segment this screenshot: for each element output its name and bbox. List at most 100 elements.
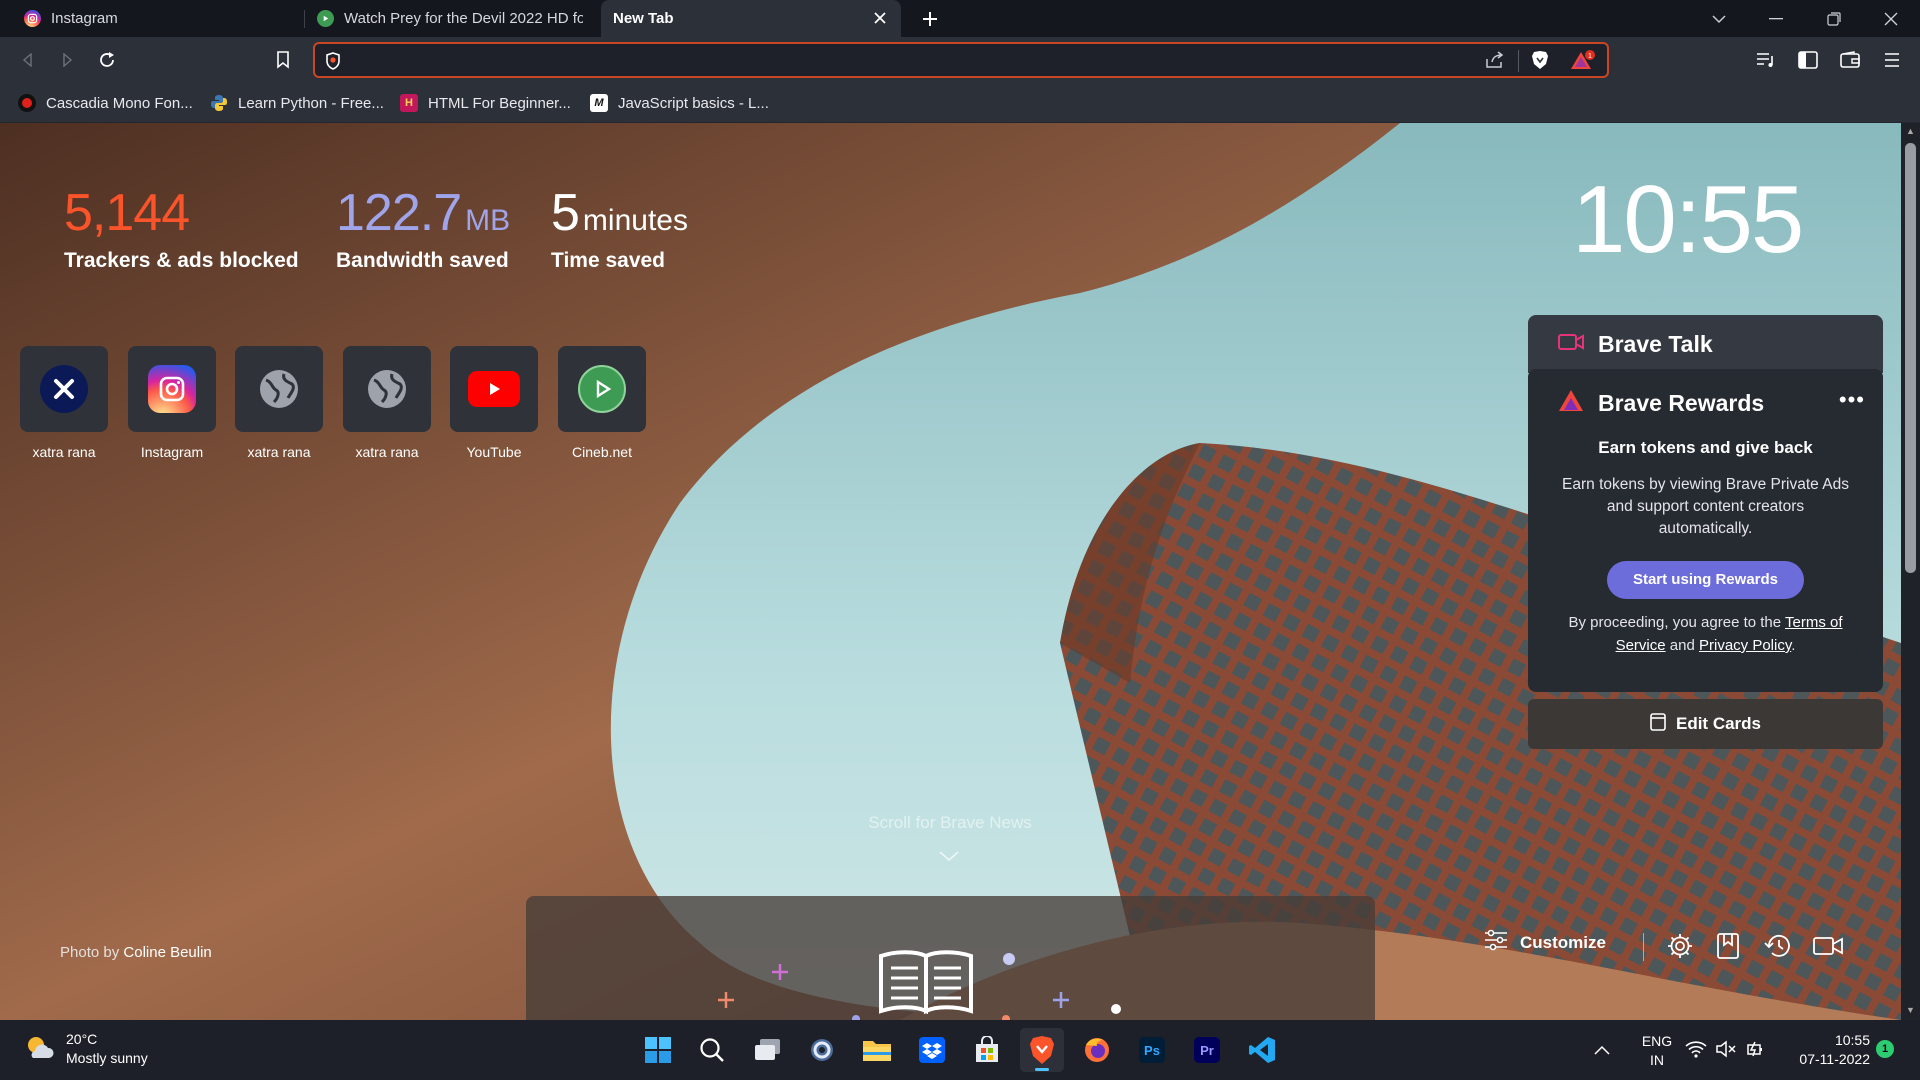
scroll-for-news[interactable]: Scroll for Brave News [800,813,1100,833]
stat-trackers: 5,144 Trackers & ads blocked [64,183,299,273]
brave-shield-icon [325,52,341,75]
privacy-policy-link[interactable]: Privacy Policy [1699,637,1791,654]
top-site-tile[interactable]: xatra rana [235,346,323,460]
tab-strip: Instagram Watch Prey for the Devil 2022 … [0,0,1920,37]
settings-app[interactable] [800,1028,844,1072]
premiere-icon: Pr [1194,1037,1220,1063]
task-view-button[interactable] [746,1028,790,1072]
bookmark-javascript[interactable]: M JavaScript basics - L... [590,91,769,115]
new-tab-button[interactable] [902,0,958,37]
firefox-app[interactable] [1075,1028,1119,1072]
play-icon [317,10,334,27]
bookmark-cascadia[interactable]: Cascadia Mono Fon... [18,91,193,115]
vscode-icon [1249,1037,1275,1063]
tab-prey[interactable]: Watch Prey for the Devil 2022 HD for f [305,0,595,37]
menu-icon[interactable] [1878,46,1906,74]
brave-rewards-icon[interactable]: 1 [1570,49,1596,76]
address-input[interactable] [349,44,1449,76]
svg-text:Ps: Ps [1144,1043,1160,1058]
edit-cards-button[interactable]: Edit Cards [1528,699,1883,749]
address-bar[interactable]: 1 [313,42,1609,78]
scroll-down-icon[interactable]: ▼ [1905,1005,1916,1017]
bookmark-python[interactable]: Learn Python - Free... [210,91,384,115]
bookmark-label: JavaScript basics - L... [618,94,769,112]
bookmark-icon[interactable] [269,46,297,74]
scroll-up-icon[interactable]: ▲ [1905,126,1916,138]
start-button[interactable] [636,1028,680,1072]
playlist-icon[interactable] [1752,46,1780,74]
chevron-down-icon[interactable] [938,849,960,867]
close-window-button[interactable] [1863,0,1919,37]
battery-charging-icon [1747,1041,1762,1057]
history-icon[interactable] [1762,930,1794,962]
clock-widget[interactable]: 10:55 07-11-2022 [1780,1031,1870,1069]
notification-badge[interactable]: 1 [1876,1040,1894,1058]
top-site-tile[interactable]: xatra rana [343,346,431,460]
search-button[interactable] [690,1028,734,1072]
dropbox-app[interactable] [910,1028,954,1072]
video-camera-icon [1558,332,1584,357]
tray-overflow[interactable] [1594,1030,1610,1070]
reload-button[interactable] [93,46,121,74]
back-button[interactable] [14,46,42,74]
language-code: ENG [1641,1033,1673,1049]
globe-icon [363,365,411,413]
terms-prefix: By proceeding, you agree to the [1568,614,1786,631]
tab-new-tab[interactable]: New Tab [601,0,901,37]
store-icon [976,1036,998,1062]
gear-icon[interactable] [1664,930,1696,962]
top-site-name: xatra rana [247,444,311,460]
wallet-icon[interactable] [1836,46,1864,74]
sidebar-icon[interactable] [1794,46,1822,74]
microsoft-store-app[interactable] [965,1028,1009,1072]
file-explorer-app[interactable] [855,1028,899,1072]
forward-button[interactable] [53,46,81,74]
globe-icon [255,365,303,413]
vscode-app[interactable] [1240,1028,1284,1072]
clock: 10:55 [1572,166,1804,273]
youtube-icon [468,371,520,407]
photoshop-app[interactable]: Ps [1130,1028,1174,1072]
brave-talk-card[interactable]: Brave Talk [1528,315,1883,373]
tab-search-chevron-icon[interactable] [1691,0,1747,37]
volume-muted-icon [1716,1040,1736,1058]
top-site-tile[interactable]: Instagram [128,346,216,460]
region-code: IN [1650,1052,1664,1068]
firefox-icon [1085,1038,1109,1062]
bookmark-html[interactable]: H HTML For Beginner... [400,91,571,115]
edit-cards-label: Edit Cards [1675,714,1762,733]
top-site-name: YouTube [466,444,522,460]
rewards-subtitle: Earn tokens and give back [1598,438,1813,457]
svg-text:Pr: Pr [1200,1043,1214,1058]
red-dot-icon [18,94,36,112]
top-site-name: Cineb.net [572,444,632,460]
taskbar-date: 07-11-2022 [1799,1051,1870,1067]
video-camera-icon[interactable] [1812,930,1844,962]
language-indicator[interactable]: ENG IN [1640,1032,1674,1070]
more-options-icon[interactable]: ••• [1839,387,1865,413]
page-scrollbar[interactable]: ▲ ▼ [1901,123,1920,1020]
weather-widget[interactable]: 20°C Mostly sunny [24,1030,148,1068]
system-tray-icons[interactable] [1685,1040,1767,1058]
gear-icon [811,1039,833,1061]
top-site-tile[interactable]: xatra rana [20,346,108,460]
photo-author-link[interactable]: Coline Beulin [123,944,211,961]
restore-button[interactable] [1806,0,1862,37]
scrollbar-thumb[interactable] [1905,143,1916,573]
close-icon[interactable] [869,7,891,29]
brave-talk-title: Brave Talk [1598,330,1713,357]
tab-instagram[interactable]: Instagram [12,0,302,37]
premiere-app[interactable]: Pr [1185,1028,1229,1072]
brave-news-panel[interactable] [526,896,1375,1020]
bookmarks-icon[interactable] [1712,930,1744,962]
photo-credit: Photo by Coline Beulin [60,944,212,961]
top-site-tile[interactable]: Cineb.net [558,346,646,460]
brave-lion-icon[interactable] [1531,50,1549,75]
share-icon[interactable] [1485,51,1505,74]
start-rewards-button[interactable]: Start using Rewards [1607,561,1804,599]
brave-browser-app[interactable] [1020,1028,1064,1072]
top-site-tile[interactable]: YouTube [450,346,538,460]
customize-button[interactable]: Customize [1484,929,1606,956]
brave-lion-icon [1030,1036,1054,1064]
minimize-button[interactable] [1748,0,1804,37]
